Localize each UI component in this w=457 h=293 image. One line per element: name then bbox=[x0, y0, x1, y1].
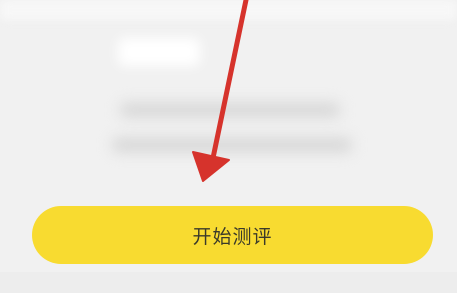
blurred-description-line bbox=[112, 138, 352, 152]
blurred-title bbox=[118, 38, 200, 66]
arrow-head bbox=[192, 151, 230, 182]
start-assessment-button[interactable]: 开始测评 bbox=[32, 206, 433, 264]
blurred-description-line bbox=[120, 103, 340, 117]
bottom-area bbox=[0, 272, 457, 293]
blurred-header bbox=[0, 0, 457, 20]
start-assessment-label: 开始测评 bbox=[192, 225, 273, 248]
screen: 开始测评 bbox=[0, 0, 457, 293]
arrow-shaft bbox=[210, 0, 249, 161]
